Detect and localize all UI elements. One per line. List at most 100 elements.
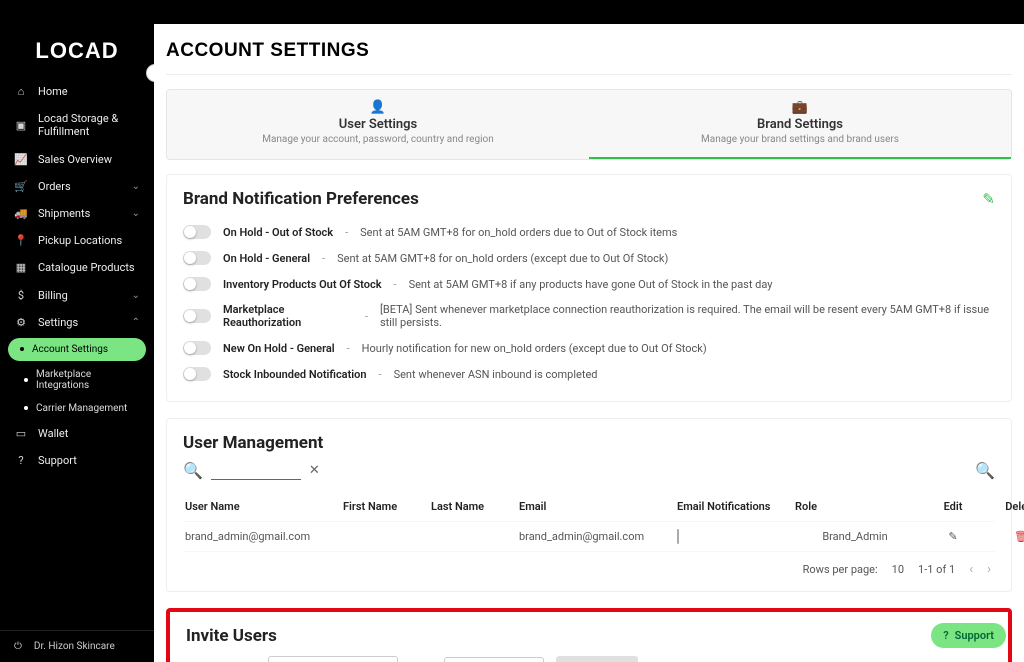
prev-page-button[interactable]: ‹: [969, 562, 973, 577]
footer-user: Dr. Hizon Skincare: [34, 641, 115, 652]
cell-user: brand_admin@gmail.com: [185, 530, 335, 543]
pref-name: Marketplace Reauthorization: [223, 303, 353, 329]
toggle-switch[interactable]: [183, 225, 211, 239]
pref-row: New On Hold - General - Hourly notificat…: [183, 335, 995, 361]
pref-name: Stock Inbounded Notification: [223, 368, 367, 381]
sidebar-settings-sub: Account Settings Marketplace Integration…: [0, 338, 154, 420]
cell-role: Brand_Admin: [795, 530, 915, 543]
um-title: User Management: [183, 433, 995, 453]
wallet-icon: ▭: [14, 427, 28, 440]
sidebar-item-sales[interactable]: 📈Sales Overview: [0, 146, 154, 173]
pref-desc: Hourly notification for new on_hold orde…: [362, 342, 707, 355]
sidebar-nav: ⌂Home ▣Locad Storage & Fulfillment 📈Sale…: [0, 74, 154, 630]
edit-icon[interactable]: ✎: [982, 190, 995, 208]
dot-icon: [24, 406, 28, 410]
rows-per-page-select[interactable]: 10: [892, 563, 904, 576]
help-icon: ?: [14, 454, 28, 467]
table-row: brand_admin@gmail.com brand_admin@gmail.…: [183, 522, 995, 552]
pref-name: On Hold - Out of Stock: [223, 226, 333, 239]
sidebar-item-pickup[interactable]: 📍Pickup Locations: [0, 227, 154, 254]
sidebar-item-home[interactable]: ⌂Home: [0, 78, 154, 105]
help-icon: ?: [943, 629, 948, 642]
chevron-up-icon: ⌃: [132, 317, 140, 328]
chevron-down-icon: ⌄: [132, 290, 140, 301]
dollar-icon: $: [14, 289, 28, 302]
toggle-switch[interactable]: [183, 341, 211, 355]
sidebar-sub-account-settings[interactable]: Account Settings: [8, 338, 146, 361]
toggle-switch[interactable]: [183, 277, 211, 291]
window-topbar: [0, 0, 1024, 24]
um-search-input[interactable]: [211, 462, 301, 480]
sidebar-item-shipments[interactable]: 🚚Shipments⌄: [0, 200, 154, 227]
person-icon: 👤: [167, 100, 589, 115]
catalog-icon: ▦: [14, 261, 28, 274]
sidebar-sub-carrier[interactable]: Carrier Management: [0, 397, 154, 420]
cart-icon: 🛒: [14, 180, 28, 193]
toggle-switch[interactable]: [183, 367, 211, 381]
sidebar-item-billing[interactable]: $Billing⌄: [0, 282, 154, 309]
chevron-down-icon: ⌄: [132, 208, 140, 219]
next-page-button[interactable]: ›: [987, 562, 991, 577]
toggle-switch[interactable]: [183, 251, 211, 265]
invite-role-select[interactable]: [444, 657, 544, 662]
sidebar-item-wallet[interactable]: ▭Wallet: [0, 420, 154, 447]
pref-desc: [BETA] Sent whenever marketplace connect…: [380, 303, 995, 329]
invite-email-input[interactable]: [268, 656, 398, 662]
send-invite-button[interactable]: Send Invite: [556, 656, 638, 662]
delete-icon[interactable]: 🗑: [991, 530, 1024, 543]
page-title: ACCOUNT SETTINGS: [166, 24, 1012, 75]
sidebar-sub-marketplace[interactable]: Marketplace Integrations: [0, 363, 154, 397]
tab-user-settings[interactable]: 👤 User Settings Manage your account, pas…: [167, 90, 589, 159]
chart-icon: 📈: [14, 153, 28, 166]
chevron-down-icon: ⌄: [132, 181, 140, 192]
invite-title: Invite Users: [186, 626, 992, 646]
sidebar-footer: ⏻ Dr. Hizon Skincare: [0, 630, 154, 662]
pref-row: Inventory Products Out Of Stock - Sent a…: [183, 271, 995, 297]
search-icon[interactable]: 🔍: [975, 461, 995, 480]
sidebar-item-settings[interactable]: ⚙Settings⌃: [0, 309, 154, 336]
pref-name: New On Hold - General: [223, 342, 335, 355]
main-content: ACCOUNT SETTINGS 👤 User Settings Manage …: [154, 24, 1024, 662]
pref-desc: Sent at 5AM GMT+8 for on_hold orders (ex…: [337, 252, 668, 265]
search-icon[interactable]: 🔍: [183, 461, 203, 480]
invite-users-card: Invite Users Email Address Role Send Inv…: [166, 608, 1012, 662]
truck-icon: 🚚: [14, 207, 28, 220]
brand-logo: LOCAD: [0, 24, 154, 74]
settings-tabs: 👤 User Settings Manage your account, pas…: [166, 89, 1012, 160]
sidebar-item-catalogue[interactable]: ▦Catalogue Products: [0, 254, 154, 281]
support-button[interactable]: ? Support: [931, 623, 1006, 648]
pref-row: Stock Inbounded Notification - Sent when…: [183, 361, 995, 387]
notif-checkbox[interactable]: [677, 529, 679, 544]
sidebar: LOCAD ‹ ⌂Home ▣Locad Storage & Fulfillme…: [0, 24, 154, 662]
um-table-header: User Name First Name Last Name Email Ema…: [183, 492, 995, 522]
sidebar-item-storage[interactable]: ▣Locad Storage & Fulfillment: [0, 105, 154, 145]
gear-icon: ⚙: [14, 316, 28, 329]
pref-row: Marketplace Reauthorization - [BETA] Sen…: [183, 297, 995, 335]
dot-icon: [20, 347, 24, 351]
cell-email: brand_admin@gmail.com: [519, 530, 669, 543]
box-icon: ▣: [14, 119, 28, 132]
edit-icon[interactable]: ✎: [923, 530, 983, 543]
clear-icon[interactable]: ✕: [309, 463, 320, 478]
sidebar-item-orders[interactable]: 🛒Orders⌄: [0, 173, 154, 200]
pref-desc: Sent whenever ASN inbound is completed: [394, 368, 598, 381]
user-management-card: User Management 🔍 ✕ 🔍 User Name First Na…: [166, 418, 1012, 592]
dot-icon: [24, 378, 28, 382]
um-search-row: 🔍 ✕ 🔍: [183, 461, 995, 480]
sidebar-item-support[interactable]: ?Support: [0, 447, 154, 474]
pref-row: On Hold - Out of Stock - Sent at 5AM GMT…: [183, 219, 995, 245]
table-pager: Rows per page: 10 1-1 of 1 ‹ ›: [183, 552, 995, 577]
toggle-switch[interactable]: [183, 309, 211, 323]
pref-row: On Hold - General - Sent at 5AM GMT+8 fo…: [183, 245, 995, 271]
prefs-title: Brand Notification Preferences: [183, 189, 419, 209]
pin-icon: 📍: [14, 234, 28, 247]
power-icon[interactable]: ⏻: [14, 641, 22, 652]
pref-desc: Sent at 5AM GMT+8 if any products have g…: [409, 278, 773, 291]
home-icon: ⌂: [14, 85, 28, 98]
pref-name: Inventory Products Out Of Stock: [223, 278, 382, 291]
briefcase-icon: 💼: [589, 100, 1011, 115]
pref-desc: Sent at 5AM GMT+8 for on_hold orders due…: [360, 226, 677, 239]
notification-prefs-card: Brand Notification Preferences ✎ On Hold…: [166, 174, 1012, 402]
tab-brand-settings[interactable]: 💼 Brand Settings Manage your brand setti…: [589, 90, 1011, 159]
pref-name: On Hold - General: [223, 252, 310, 265]
